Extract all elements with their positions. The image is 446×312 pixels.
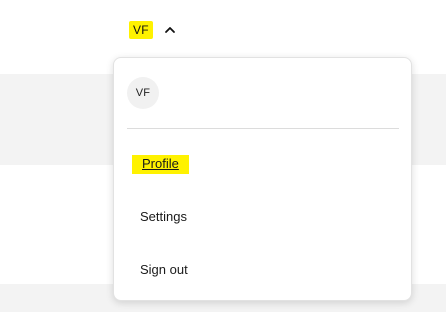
account-dropdown-menu: VF Profile Settings Sign out [113, 57, 412, 301]
menu-divider [127, 128, 399, 129]
menu-item-sign-out[interactable]: Sign out [140, 262, 188, 278]
menu-item-settings[interactable]: Settings [140, 209, 187, 225]
user-initials-badge: VF [129, 21, 153, 39]
menu-item-profile[interactable]: Profile [132, 155, 189, 174]
chevron-up-icon [163, 23, 177, 37]
account-menu-button[interactable]: VF [129, 21, 177, 39]
avatar: VF [127, 77, 159, 109]
